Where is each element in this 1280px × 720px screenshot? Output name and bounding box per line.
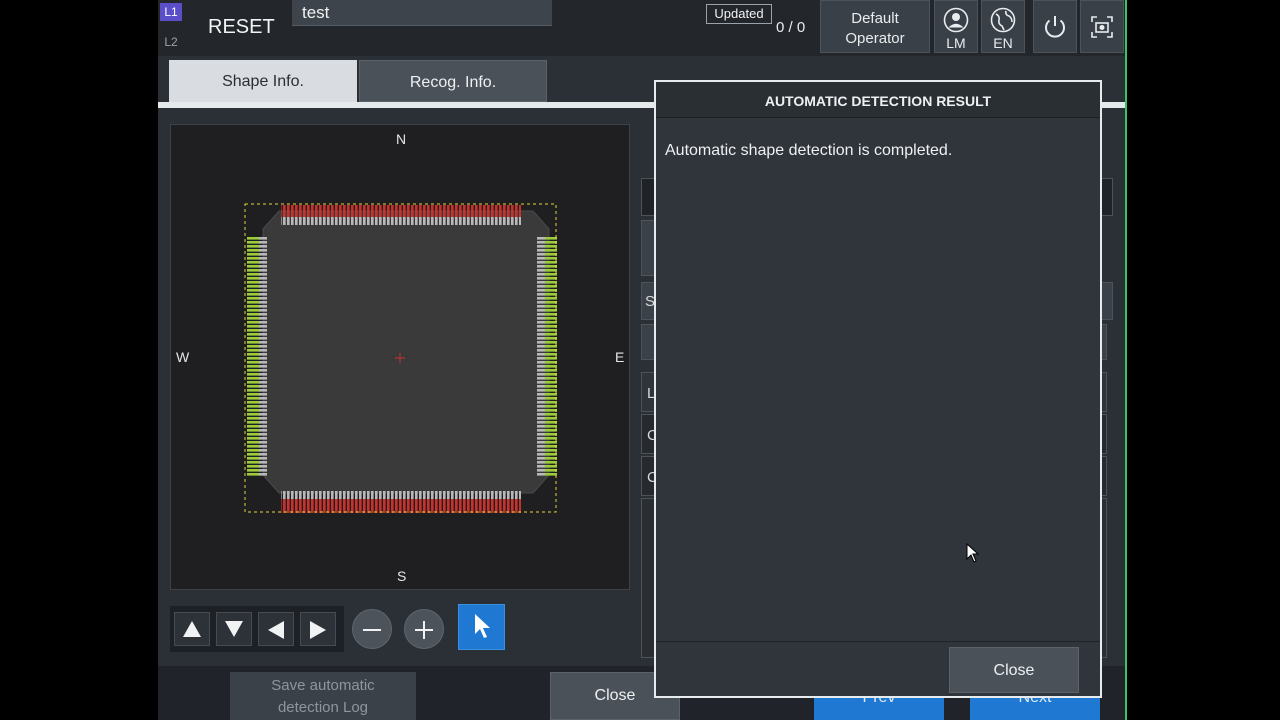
level-2-badge[interactable]: L2 xyxy=(160,33,182,51)
user-icon xyxy=(943,7,969,33)
globe-icon xyxy=(990,7,1016,33)
updated-status-badge: Updated xyxy=(706,4,772,24)
arrow-down-icon xyxy=(225,621,243,637)
save-log-label-line1: Save automatic xyxy=(271,677,375,694)
tab-shape-info[interactable]: Shape Info. xyxy=(169,60,357,102)
zoom-in-button[interactable] xyxy=(404,609,444,649)
zoom-in-icon xyxy=(415,621,433,639)
pan-controls xyxy=(170,606,344,652)
compass-west: W xyxy=(176,349,190,365)
application-window: L1 L2 RESET test Updated 0 / 0 Default O… xyxy=(158,0,1126,720)
user-button[interactable]: LM xyxy=(934,0,978,53)
power-button[interactable] xyxy=(1033,0,1077,53)
dialog-title: AUTOMATIC DETECTION RESULT xyxy=(656,82,1100,118)
tab-recog-info[interactable]: Recog. Info. xyxy=(359,60,547,102)
dialog-message: Automatic shape detection is completed. xyxy=(665,142,953,159)
user-button-label: LM xyxy=(946,35,966,51)
save-log-label-line2: detection Log xyxy=(277,699,369,716)
level-1-badge[interactable]: L1 xyxy=(160,3,182,21)
screenshot-button[interactable] xyxy=(1080,0,1124,53)
power-icon xyxy=(1045,16,1065,38)
camera-icon xyxy=(1091,16,1113,38)
language-button-label: EN xyxy=(993,35,1013,51)
compass-north: N xyxy=(396,131,407,147)
arrow-up-icon xyxy=(183,621,201,637)
zoom-out-button[interactable] xyxy=(352,609,392,649)
zoom-out-icon xyxy=(363,629,381,631)
pan-left-button[interactable] xyxy=(258,612,294,646)
top-bar: L1 L2 RESET test Updated 0 / 0 Default O… xyxy=(158,0,1126,56)
operator-label-line1: Default xyxy=(851,10,899,27)
pan-down-button[interactable] xyxy=(216,612,252,646)
job-name-field[interactable]: test xyxy=(292,0,552,26)
pan-up-button[interactable] xyxy=(174,612,210,646)
pointer-tool-button[interactable] xyxy=(458,604,505,650)
arrow-left-icon xyxy=(268,621,284,639)
detection-result-dialog: AUTOMATIC DETECTION RESULT Automatic sha… xyxy=(654,80,1102,698)
window-edge xyxy=(1125,0,1127,720)
dialog-divider xyxy=(656,641,1100,642)
compass-south: S xyxy=(397,568,407,584)
component-image xyxy=(244,203,557,513)
arrow-right-icon xyxy=(310,621,326,639)
pan-right-button[interactable] xyxy=(300,612,336,646)
mode-title: RESET xyxy=(208,16,275,38)
operator-button[interactable]: Default Operator xyxy=(820,0,930,53)
component-image-viewer[interactable]: N S W E xyxy=(170,124,630,590)
pointer-icon xyxy=(474,614,490,638)
save-detection-log-button[interactable]: Save automatic detection Log xyxy=(230,672,416,720)
language-button[interactable]: EN xyxy=(981,0,1025,53)
job-counter: 0 / 0 xyxy=(776,19,806,36)
mouse-cursor-icon xyxy=(966,543,980,563)
dialog-close-button[interactable]: Close xyxy=(949,647,1079,693)
compass-east: E xyxy=(615,349,625,365)
operator-label-line2: Operator xyxy=(845,30,905,47)
